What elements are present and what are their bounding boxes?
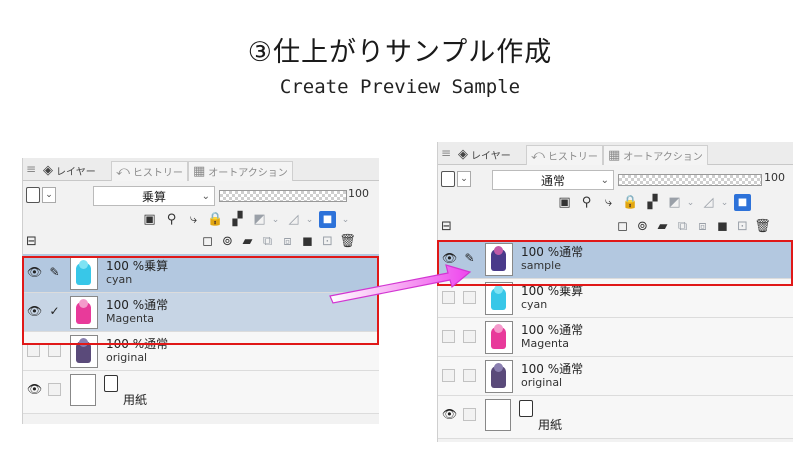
arrow-icon — [329, 264, 472, 304]
